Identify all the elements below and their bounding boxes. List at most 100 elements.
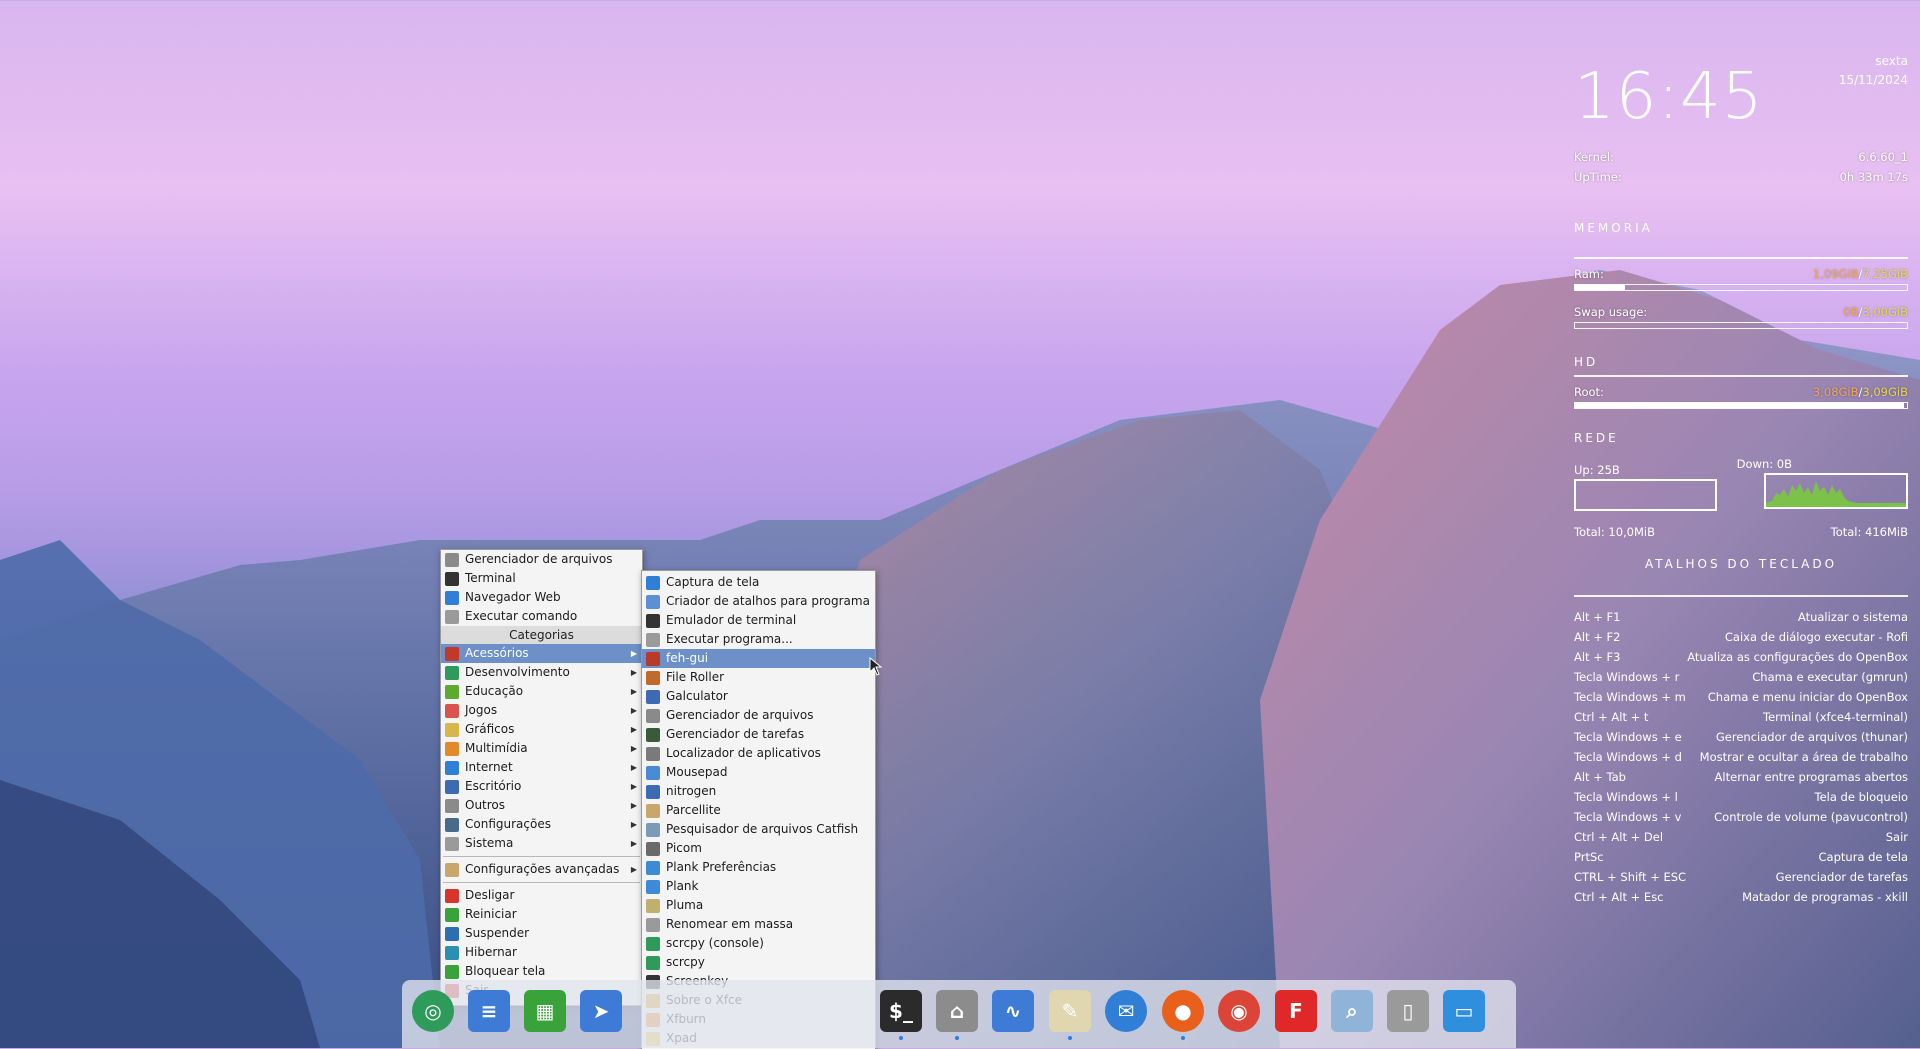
shortcut-key: Tecla Windows + v (1574, 810, 1682, 824)
submenu-item-plank[interactable]: Plank (642, 877, 875, 896)
power-bloquear-tela[interactable]: Bloquear tela (441, 962, 642, 981)
menu-item-label: Configurações (465, 817, 551, 831)
desktop-icon: ▭ (1454, 999, 1474, 1023)
submenu-item-nitrogen[interactable]: nitrogen (642, 782, 875, 801)
menu-top-items: Gerenciador de arquivos Terminal Navegador… (441, 550, 642, 626)
shortcut-desc: Sair (1885, 830, 1908, 844)
writer-icon: ≡ (480, 999, 498, 1023)
menu-item-label: scrcpy (666, 955, 705, 969)
catfish-icon (646, 822, 660, 837)
menu-item-label: Internet (465, 760, 513, 774)
dock-item-mail-client[interactable]: ✉ (1105, 990, 1147, 1032)
dock-item-arrow-app[interactable]: ➤ (580, 990, 622, 1032)
submenu-item-scrcpy[interactable]: scrcpy (642, 953, 875, 972)
category-desenvolvimento[interactable]: Desenvolvimento ▶ (441, 663, 642, 682)
menu-item-navegador-web[interactable]: Navegador Web (441, 588, 642, 607)
root-used: 3,08GiB (1812, 385, 1859, 399)
submenu-item-galculator[interactable]: Galculator (642, 687, 875, 706)
shortcut-key: Tecla Windows + m (1574, 690, 1686, 704)
submenu-item-feh-gui[interactable]: feh-gui (642, 649, 875, 668)
category-educacao[interactable]: Educação ▶ (441, 682, 642, 701)
shortcut-desc: Caixa de diálogo executar - Rofi (1724, 630, 1908, 644)
shortcut-row: Alt + F2 Caixa de diálogo executar - Rofi (1574, 627, 1908, 647)
network-totals: Total: 10,0MiB Total: 416MiB (1574, 525, 1908, 539)
submenu-item-plank-preferencias[interactable]: Plank Preferências (642, 858, 875, 877)
menu-item-label: Emulador de terminal (666, 613, 797, 627)
category-graficos[interactable]: Gráficos ▶ (441, 720, 642, 739)
category-configuracoes[interactable]: Configurações ▶ (441, 815, 642, 834)
shortcut-key: Ctrl + Alt + Del (1574, 830, 1664, 844)
total-down: Total: 416MiB (1830, 525, 1908, 539)
shortcut-desc: Gerenciador de tarefas (1775, 870, 1908, 884)
submenu-item-captura-de-tela[interactable]: Captura de tela (642, 573, 875, 592)
submenu-item-gerenciador-de-arquivos[interactable]: Gerenciador de arquivos (642, 706, 875, 725)
power-reiniciar[interactable]: Reiniciar (441, 905, 642, 924)
power-desligar[interactable]: Desligar (441, 886, 642, 905)
uptime-value: 0h 33m 17s (1839, 170, 1908, 184)
shortcut-desc: Chama e executar (gmrun) (1752, 670, 1908, 684)
category-internet[interactable]: Internet ▶ (441, 758, 642, 777)
clock-time: 16:45 (1574, 60, 1764, 134)
category-jogos[interactable]: Jogos ▶ (441, 701, 642, 720)
submenu-item-pluma[interactable]: Pluma (642, 896, 875, 915)
category-acessorios[interactable]: Acessórios ▶ (441, 644, 642, 663)
submenu-item-emulador-de-terminal[interactable]: Emulador de terminal (642, 611, 875, 630)
submenu-item-scrcpy-console[interactable]: scrcpy (console) (642, 934, 875, 953)
kernel-label: Kernel: (1574, 150, 1615, 164)
dock-item-text-editor[interactable]: ✎ (1049, 990, 1091, 1040)
search-icon: ⌕ (1346, 999, 1358, 1023)
submenu-item-mousepad[interactable]: Mousepad (642, 763, 875, 782)
screenshot-icon (646, 575, 660, 590)
shortcut-row: Ctrl + Alt + Del Sair (1574, 827, 1908, 847)
shortcut-row: PrtSc Captura de tela (1574, 847, 1908, 867)
dock-item-start-menu[interactable]: ◎ (412, 990, 454, 1032)
submenu-item-renomear-em-massa[interactable]: Renomear em massa (642, 915, 875, 934)
power-suspender[interactable]: Suspender (441, 924, 642, 943)
dock-item-firefox[interactable]: ● (1162, 990, 1204, 1040)
submenu-item-gerenciador-de-tarefas[interactable]: Gerenciador de tarefas (642, 725, 875, 744)
submenu-item-pesquisador-de-arquivos-catfish[interactable]: Pesquisador de arquivos Catfish (642, 820, 875, 839)
dock-item-home-folder[interactable]: ⌂ (936, 990, 978, 1040)
hd-title: HD (1574, 355, 1599, 369)
root-bar (1574, 402, 1908, 409)
submenu-item-file-roller[interactable]: File Roller (642, 668, 875, 687)
dock-item-desktop[interactable]: ▭ (1443, 990, 1485, 1032)
dock-item-trash[interactable]: ▯ (1387, 990, 1429, 1032)
dock-item-terminal[interactable]: $_ (880, 990, 922, 1040)
submenu-item-picom[interactable]: Picom (642, 839, 875, 858)
arrow-app-icon: ➤ (592, 999, 610, 1023)
hibernate-icon (445, 945, 459, 960)
shortcut-row: Ctrl + Alt + t Terminal (xfce4-terminal) (1574, 707, 1908, 727)
dock-item-flipboard[interactable]: F (1275, 990, 1317, 1032)
dock-item-calc-sheet[interactable]: ▦ (524, 990, 566, 1032)
menu-item-label: Gerenciador de arquivos (465, 552, 613, 566)
menu-item-executar-comando[interactable]: Executar comando (441, 607, 642, 626)
swap-total: 3,00GiB (1862, 305, 1908, 319)
submenu-item-executar-programa[interactable]: Executar programa... (642, 630, 875, 649)
category-escritorio[interactable]: Escritório ▶ (441, 777, 642, 796)
category-multimidia[interactable]: Multimídia ▶ (441, 739, 642, 758)
atalhos-divider (1574, 595, 1908, 597)
category-outros[interactable]: Outros ▶ (441, 796, 642, 815)
menu-item-label: Localizador de aplicativos (666, 746, 821, 760)
submenu-item-parcellite[interactable]: Parcellite (642, 801, 875, 820)
folder-icon (445, 552, 459, 567)
category-sistema[interactable]: Sistema ▶ (441, 834, 642, 853)
menu-item-gerenciador-de-arquivos[interactable]: Gerenciador de arquivos (441, 550, 642, 569)
menu-item-label: Plank (666, 879, 699, 893)
menu-item-terminal[interactable]: Terminal (441, 569, 642, 588)
dock-item-system-monitor[interactable]: ∿ (992, 990, 1034, 1032)
calc-sheet-icon: ▦ (535, 999, 555, 1023)
shortcut-row: Alt + F1 Atualizar o sistema (1574, 607, 1908, 627)
dock-item-search[interactable]: ⌕ (1331, 990, 1373, 1032)
menu-item-advanced-settings[interactable]: Configurações avançadas ▶ (441, 860, 642, 879)
menu-item-label: Renomear em massa (666, 917, 794, 931)
menu-item-label: Captura de tela (666, 575, 760, 589)
submenu-item-localizador-de-aplicativos[interactable]: Localizador de aplicativos (642, 744, 875, 763)
dock-item-writer[interactable]: ≡ (468, 990, 510, 1032)
submenu-item-criador-de-atalhos-para-programa[interactable]: Criador de atalhos para programa (642, 592, 875, 611)
shortcut-key: Tecla Windows + l (1574, 790, 1678, 804)
dock-item-chrome[interactable]: ◉ (1218, 990, 1260, 1032)
power-hibernar[interactable]: Hibernar (441, 943, 642, 962)
feh-icon (646, 651, 660, 666)
